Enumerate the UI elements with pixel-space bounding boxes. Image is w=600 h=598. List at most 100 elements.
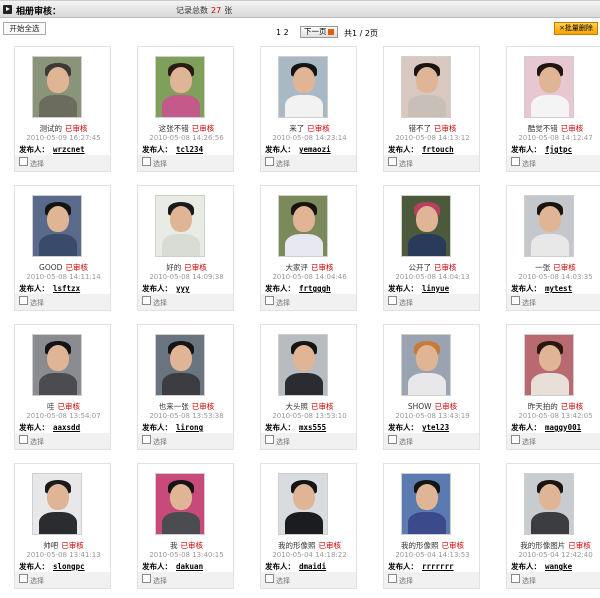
poster-line: 发布人： frtgggh [265,283,331,294]
poster-label: 发布人： [142,284,172,293]
photo-caption: 我已审核 [138,540,235,551]
photo-face [47,206,69,232]
user-photo[interactable] [524,195,574,257]
select-checkbox[interactable] [511,296,520,305]
select-checkbox[interactable] [142,296,151,305]
poster-username[interactable]: aaxsdd [53,423,80,432]
upload-date: 2010-05-04 12:42:40 [518,551,593,559]
select-label: 选择 [276,160,290,168]
user-photo[interactable] [401,473,451,535]
select-checkbox[interactable] [388,157,397,166]
select-checkbox[interactable] [511,157,520,166]
user-photo[interactable] [155,195,205,257]
poster-username[interactable]: yyy [176,284,190,293]
user-photo[interactable] [155,334,205,396]
select-checkbox[interactable] [511,574,520,583]
poster-username[interactable]: dakuan [176,562,203,571]
poster-username[interactable]: dmaidi [299,562,326,571]
photo-caption: 一张 已审核 [507,262,600,273]
user-photo[interactable] [278,195,328,257]
poster-username[interactable]: wangke [545,562,572,571]
poster-label: 发布人： [388,562,418,571]
status-badge: 已审核 [57,402,81,411]
poster-line: 发布人： aaxsdd [19,422,80,433]
user-photo[interactable] [32,473,82,535]
select-checkbox[interactable] [142,435,151,444]
select-row: 选择 [507,155,600,171]
select-checkbox[interactable] [265,574,274,583]
user-photo[interactable] [32,56,82,118]
user-photo[interactable] [155,56,205,118]
select-all-button[interactable]: 开始全选 [3,22,46,35]
poster-username[interactable]: linyue [422,284,449,293]
select-checkbox[interactable] [142,157,151,166]
select-checkbox[interactable] [19,296,28,305]
poster-username[interactable]: slongpc [53,562,85,571]
poster-username[interactable]: fjgtpc [545,145,572,154]
photo-card: 一张 已审核 2010-05-08 14:03:35 发布人： mytest 选择 [506,185,600,311]
poster-line: 发布人： dakuan [142,561,203,572]
caption-text: 公开了 [408,263,432,272]
status-badge: 已审核 [184,263,207,272]
poster-label: 发布人： [388,284,418,293]
caption-text: 来了 [289,124,305,133]
photo-face [416,345,438,371]
user-photo[interactable] [155,473,205,535]
user-photo[interactable] [401,334,451,396]
select-checkbox[interactable] [19,435,28,444]
poster-username[interactable]: maggy001 [545,423,581,432]
user-photo[interactable] [524,56,574,118]
select-checkbox[interactable] [511,435,520,444]
photo-face [47,484,69,510]
poster-username[interactable]: mxs555 [299,423,326,432]
status-badge: 已审核 [191,402,215,411]
photo-body [39,234,77,256]
select-checkbox[interactable] [19,157,28,166]
user-photo[interactable] [524,473,574,535]
user-photo[interactable] [524,334,574,396]
user-photo[interactable] [32,195,82,257]
page-header: 相册审核： 记录总数 27 张 [0,0,600,18]
photo-card: 也来一张 已审核 2010-05-08 13:53:38 发布人： lirong 选择 [137,324,234,450]
user-photo[interactable] [278,334,328,396]
status-badge: 已审核 [568,541,591,550]
poster-line: 发布人： rrrrrrr [388,561,454,572]
user-photo[interactable] [401,195,451,257]
page-links[interactable]: 1 2 [276,28,289,37]
photo-face [539,206,561,232]
poster-username[interactable]: lsftzx [53,284,80,293]
photo-caption: GOOD 已审核 [15,262,112,273]
user-photo[interactable] [278,473,328,535]
user-photo[interactable] [278,56,328,118]
poster-username[interactable]: tcl234 [176,145,203,154]
photo-body [531,512,569,534]
photo-caption: 错不了 已审核 [384,123,481,134]
select-checkbox[interactable] [388,574,397,583]
select-checkbox[interactable] [265,296,274,305]
select-checkbox[interactable] [388,435,397,444]
poster-username[interactable]: mytest [545,284,572,293]
upload-date: 2010-05-04 14:18:22 [272,551,347,559]
select-row: 选择 [138,572,233,588]
select-checkbox[interactable] [142,574,151,583]
poster-username[interactable]: frtouch [422,145,454,154]
poster-username[interactable]: frtgggh [299,284,331,293]
batch-delete-button[interactable]: ×批量删除 [554,22,598,35]
next-page-button[interactable]: 下一页 [300,26,338,38]
poster-username[interactable]: wrzcnet [53,145,85,154]
user-photo[interactable] [32,334,82,396]
poster-line: 发布人： linyue [388,283,449,294]
poster-label: 发布人： [19,423,49,432]
poster-username[interactable]: lirong [176,423,203,432]
select-checkbox[interactable] [388,296,397,305]
poster-label: 发布人： [388,145,418,154]
poster-username[interactable]: yemaozi [299,145,331,154]
photo-body [285,373,323,395]
status-badge: 已审核 [441,541,465,550]
select-checkbox[interactable] [265,157,274,166]
select-checkbox[interactable] [265,435,274,444]
poster-username[interactable]: rrrrrrr [422,562,454,571]
select-checkbox[interactable] [19,574,28,583]
user-photo[interactable] [401,56,451,118]
poster-username[interactable]: ytel23 [422,423,449,432]
